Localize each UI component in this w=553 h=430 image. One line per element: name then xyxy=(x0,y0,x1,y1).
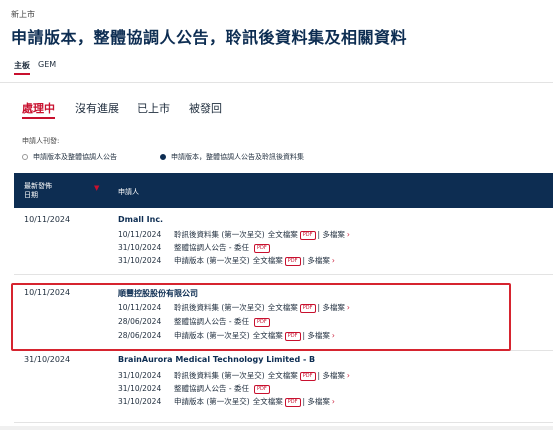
filter-label: 申請人刊發: xyxy=(22,137,60,145)
doc-title: 申請版本 (第一次呈交) xyxy=(174,256,250,265)
pdf-icon[interactable]: PDF xyxy=(253,318,270,327)
pdf-icon[interactable]: PDF xyxy=(284,398,301,407)
doc-title: 整體協調人公告 - 委任 xyxy=(174,317,249,326)
doc-line: 31/10/2024 整體協調人公告 - 委任 PDF xyxy=(118,242,272,253)
doc-line: 31/10/2024 申請版本 (第一次呈交) 全文檔案 PDF | 多檔案 › xyxy=(118,255,335,266)
doc-date: 31/10/2024 xyxy=(118,397,162,406)
doc-line: 31/10/2024 聆訊後資料集 (第一次呈交) 全文檔案 PDF | 多檔案 › xyxy=(118,370,350,381)
radio-unselected-icon xyxy=(22,154,28,160)
breadcrumb: 新上市 xyxy=(11,10,35,19)
doc-line: 31/10/2024 整體協調人公告 - 委任 PDF xyxy=(118,383,272,394)
radio-label: 申請版本，整體協調人公告及聆訊後資料集 xyxy=(171,153,304,161)
doc-title: 聆訊後資料集 (第一次呈交) xyxy=(174,371,265,380)
doc-line: 28/06/2024 整體協調人公告 - 委任 PDF xyxy=(118,316,272,327)
column-header-date[interactable]: 最新發佈 日期 xyxy=(24,182,52,200)
pdf-icon[interactable]: PDF xyxy=(284,332,301,341)
tab-no-progress[interactable]: 沒有進展 xyxy=(75,100,119,116)
separator: | xyxy=(317,230,321,239)
radio-option-application-proof[interactable]: 申請版本及整體協調人公告 xyxy=(22,152,117,162)
separator: | xyxy=(302,256,306,265)
doc-date: 31/10/2024 xyxy=(118,256,162,265)
tab-gem[interactable]: GEM xyxy=(38,60,56,69)
pdf-icon[interactable]: PDF xyxy=(299,231,316,240)
doc-date: 10/11/2024 xyxy=(118,230,162,239)
multi-file-link[interactable]: 多檔案 xyxy=(322,230,345,239)
chevron-right-icon[interactable]: › xyxy=(332,256,335,265)
multi-file-link[interactable]: 多檔案 xyxy=(322,371,345,380)
doc-title: 申請版本 (第一次呈交) xyxy=(174,331,250,340)
doc-date: 31/10/2024 xyxy=(118,243,162,252)
sort-desc-icon[interactable]: ▼ xyxy=(94,184,99,192)
doc-title: 整體協調人公告 - 委任 xyxy=(174,384,249,393)
chevron-right-icon[interactable]: › xyxy=(347,230,350,239)
applicant-link[interactable]: 順豐控股股份有限公司 xyxy=(118,288,198,299)
column-header-date-line2: 日期 xyxy=(24,191,38,199)
doc-date: 31/10/2024 xyxy=(118,384,162,393)
doc-line: 10/11/2024 聆訊後資料集 (第一次呈交) 全文檔案 PDF | 多檔案 › xyxy=(118,302,350,313)
radio-label: 申請版本及整體協調人公告 xyxy=(33,153,117,161)
column-header-date-line1: 最新發佈 xyxy=(24,182,52,190)
chevron-right-icon[interactable]: › xyxy=(332,397,335,406)
row-date: 10/11/2024 xyxy=(24,215,71,224)
pdf-icon[interactable]: PDF xyxy=(299,304,316,313)
tab-main-board[interactable]: 主板 xyxy=(14,60,30,75)
column-header-applicant: 申請人 xyxy=(118,188,139,196)
doc-line: 28/06/2024 申請版本 (第一次呈交) 全文檔案 PDF | 多檔案 › xyxy=(118,330,335,341)
full-text-link[interactable]: 全文檔案 xyxy=(253,397,283,406)
doc-date: 31/10/2024 xyxy=(118,371,162,380)
row-date: 31/10/2024 xyxy=(24,355,71,364)
multi-file-link[interactable]: 多檔案 xyxy=(307,397,330,406)
tab-returned[interactable]: 被發回 xyxy=(189,100,222,116)
doc-title: 聆訊後資料集 (第一次呈交) xyxy=(174,230,265,239)
separator: | xyxy=(302,397,306,406)
table-row: 10/11/2024 Dmall Inc. 10/11/2024 聆訊後資料集 (… xyxy=(14,208,553,275)
multi-file-link[interactable]: 多檔案 xyxy=(307,331,330,340)
radio-option-phip[interactable]: 申請版本，整體協調人公告及聆訊後資料集 xyxy=(160,152,304,162)
tab-processing[interactable]: 處理中 xyxy=(22,100,55,119)
page-title: 申請版本，整體協調人公告，聆訊後資料集及相關資料 xyxy=(11,28,408,47)
separator: | xyxy=(317,371,321,380)
full-text-link[interactable]: 全文檔案 xyxy=(268,303,298,312)
chevron-right-icon[interactable]: › xyxy=(347,303,350,312)
full-text-link[interactable]: 全文檔案 xyxy=(253,331,283,340)
full-text-link[interactable]: 全文檔案 xyxy=(268,371,298,380)
separator: | xyxy=(317,303,321,312)
pdf-icon[interactable]: PDF xyxy=(299,372,316,381)
pdf-icon[interactable]: PDF xyxy=(284,257,301,266)
doc-title: 聆訊後資料集 (第一次呈交) xyxy=(174,303,265,312)
divider xyxy=(0,82,553,83)
table-row: 31/10/2024 BrainAurora Medical Technolog… xyxy=(14,352,553,423)
doc-title: 申請版本 (第一次呈交) xyxy=(174,397,250,406)
doc-line: 10/11/2024 聆訊後資料集 (第一次呈交) 全文檔案 PDF | 多檔案 › xyxy=(118,229,350,240)
doc-date: 28/06/2024 xyxy=(118,331,162,340)
tab-listed[interactable]: 已上市 xyxy=(137,100,170,116)
radio-selected-icon xyxy=(160,154,166,160)
applicant-link[interactable]: Dmall Inc. xyxy=(118,215,163,224)
chevron-right-icon[interactable]: › xyxy=(332,331,335,340)
applicant-link[interactable]: BrainAurora Medical Technology Limited -… xyxy=(118,355,315,364)
multi-file-link[interactable]: 多檔案 xyxy=(322,303,345,312)
pdf-icon[interactable]: PDF xyxy=(253,244,270,253)
chevron-right-icon[interactable]: › xyxy=(347,371,350,380)
doc-title: 整體協調人公告 - 委任 xyxy=(174,243,249,252)
scroll-edge xyxy=(0,426,553,430)
table-header: 最新發佈 日期 ▼ 申請人 xyxy=(14,173,553,208)
doc-date: 10/11/2024 xyxy=(118,303,162,312)
multi-file-link[interactable]: 多檔案 xyxy=(307,256,330,265)
full-text-link[interactable]: 全文檔案 xyxy=(253,256,283,265)
doc-date: 28/06/2024 xyxy=(118,317,162,326)
doc-line: 31/10/2024 申請版本 (第一次呈交) 全文檔案 PDF | 多檔案 › xyxy=(118,396,335,407)
full-text-link[interactable]: 全文檔案 xyxy=(268,230,298,239)
table-row: 10/11/2024 順豐控股股份有限公司 10/11/2024 聆訊後資料集 (… xyxy=(14,280,553,351)
separator: | xyxy=(302,331,306,340)
pdf-icon[interactable]: PDF xyxy=(253,385,270,394)
row-date: 10/11/2024 xyxy=(24,288,71,297)
